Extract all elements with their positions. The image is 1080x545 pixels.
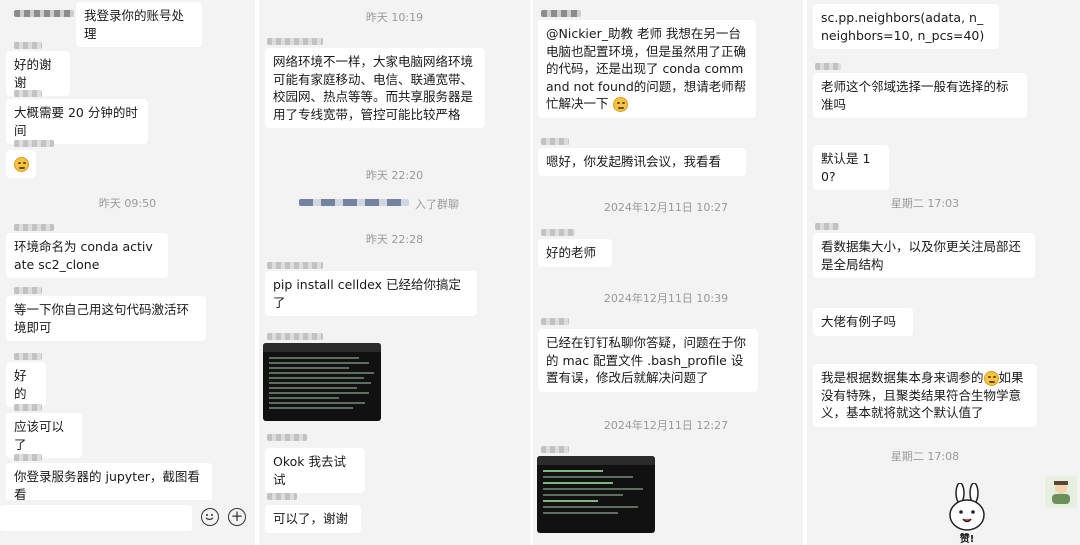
sender-name-blurred <box>815 63 841 70</box>
timestamp: 昨天 09:50 <box>98 197 157 210</box>
message-bubble[interactable]: 我登录你的账号处理 <box>76 2 202 47</box>
timestamp: 2024年12月11日 10:39 <box>603 292 729 305</box>
rabbit-sticker[interactable]: 赞! <box>945 482 989 545</box>
avatar[interactable] <box>1045 476 1077 508</box>
emoji-icon <box>14 157 29 172</box>
timestamp: 2024年12月11日 10:27 <box>603 201 729 214</box>
chat-panel-3: @Nickier_助教 老师 我想在另一台电脑也配置环境，但是虽然用了正确的代码… <box>533 0 803 545</box>
message-input[interactable] <box>0 505 192 531</box>
emoji-icon <box>612 97 628 112</box>
blurred-member-names <box>299 199 409 206</box>
emoji-picker-icon[interactable] <box>201 508 219 526</box>
message-bubble[interactable]: 嗯好，你发起腾讯会议，我看看 <box>538 148 746 176</box>
sender-name-blurred <box>14 454 42 461</box>
sender-name-blurred <box>14 42 42 49</box>
message-bubble[interactable]: 等一下你自己用这句代码激活环境即可 <box>6 296 206 341</box>
emoji-icon <box>983 371 999 386</box>
sender-name-blurred <box>267 493 297 500</box>
message-bubble[interactable]: 大概需要 20 分钟的时间 <box>6 99 148 144</box>
system-notice: 入了群聊 <box>299 196 499 211</box>
message-bubble[interactable]: 看数据集大小，以及你更关注局部还是全局结构 <box>813 233 1035 278</box>
sender-name-blurred <box>541 138 569 145</box>
chat-panel-2: 昨天 10:19 网络环境不一样，大家电脑网络环境可能有家庭移动、电信、联通宽带… <box>259 0 530 545</box>
message-bubble[interactable]: pip install celldex 已经给你搞定了 <box>265 271 477 316</box>
message-bubble[interactable]: 老师这个邻域选择一般有选择的标准吗 <box>813 73 1027 118</box>
sender-name-blurred <box>815 223 839 230</box>
message-bubble[interactable]: 默认是 10? <box>813 145 889 190</box>
sender-name-blurred <box>541 318 569 325</box>
message-bubble[interactable] <box>6 150 36 178</box>
timestamp: 昨天 10:19 <box>365 11 424 24</box>
sender-name-blurred <box>541 10 581 17</box>
timestamp: 昨天 22:28 <box>365 233 424 246</box>
timestamp: 星期二 17:08 <box>890 450 960 463</box>
terminal-screenshot-image[interactable] <box>537 456 655 533</box>
sender-name-blurred <box>267 262 323 269</box>
message-bubble[interactable]: @Nickier_助教 老师 我想在另一台电脑也配置环境，但是虽然用了正确的代码… <box>538 20 756 118</box>
timestamp: 昨天 22:20 <box>365 169 424 182</box>
message-bubble[interactable]: 已经在钉钉私聊你答疑，问题在于你的 mac 配置文件 .bash_profile… <box>538 329 758 392</box>
sticker-caption: 赞! <box>959 534 975 545</box>
message-bubble[interactable]: 我是根据数据集本身来调参的 如果没有特殊，且聚类结果符合生物学意义，基本就将就这个… <box>813 364 1037 427</box>
timestamp: 星期二 17:03 <box>890 197 960 210</box>
message-bubble[interactable]: Okok 我去试试 <box>265 448 365 493</box>
message-bubble[interactable]: 大佬有例子吗 <box>813 308 913 336</box>
message-bubble[interactable]: 应该可以了 <box>6 413 82 458</box>
chat-panel-1: 我登录你的账号处理 好的谢谢 大概需要 20 分钟的时间 昨天 09:50 环境… <box>0 0 255 545</box>
sender-name-blurred <box>267 434 307 441</box>
sender-name-blurred <box>14 224 54 231</box>
message-bubble[interactable]: sc.pp.neighbors(adata, n_neighbors=10, n… <box>813 4 999 49</box>
message-bubble[interactable]: 环境命名为 conda activate sc2_clone <box>6 233 168 278</box>
sender-name-blurred <box>14 140 54 147</box>
chat-panel-4: sc.pp.neighbors(adata, n_neighbors=10, n… <box>807 0 1080 545</box>
sender-name-blurred <box>14 287 42 294</box>
message-bubble[interactable]: 网络环境不一样，大家电脑网络环境可能有家庭移动、电信、联通宽带、校园网、热点等等… <box>265 48 485 128</box>
message-bubble[interactable]: 可以了，谢谢 <box>265 505 361 533</box>
sender-name-blurred <box>541 446 569 453</box>
terminal-screenshot-image[interactable] <box>263 343 381 421</box>
sender-name-blurred <box>14 353 42 360</box>
sender-name-blurred <box>14 10 74 17</box>
timestamp: 2024年12月11日 12:27 <box>603 419 729 432</box>
message-bubble[interactable]: 好的 <box>6 362 46 407</box>
sender-name-blurred <box>267 38 323 45</box>
sender-name-blurred <box>14 404 42 411</box>
add-icon[interactable]: + <box>228 508 246 526</box>
sender-name-blurred <box>14 90 42 97</box>
sender-name-blurred <box>267 333 323 340</box>
message-bubble[interactable]: 好的老师 <box>538 239 612 267</box>
sender-name-blurred <box>541 229 575 236</box>
join-notice-text: 入了群聊 <box>415 198 459 211</box>
